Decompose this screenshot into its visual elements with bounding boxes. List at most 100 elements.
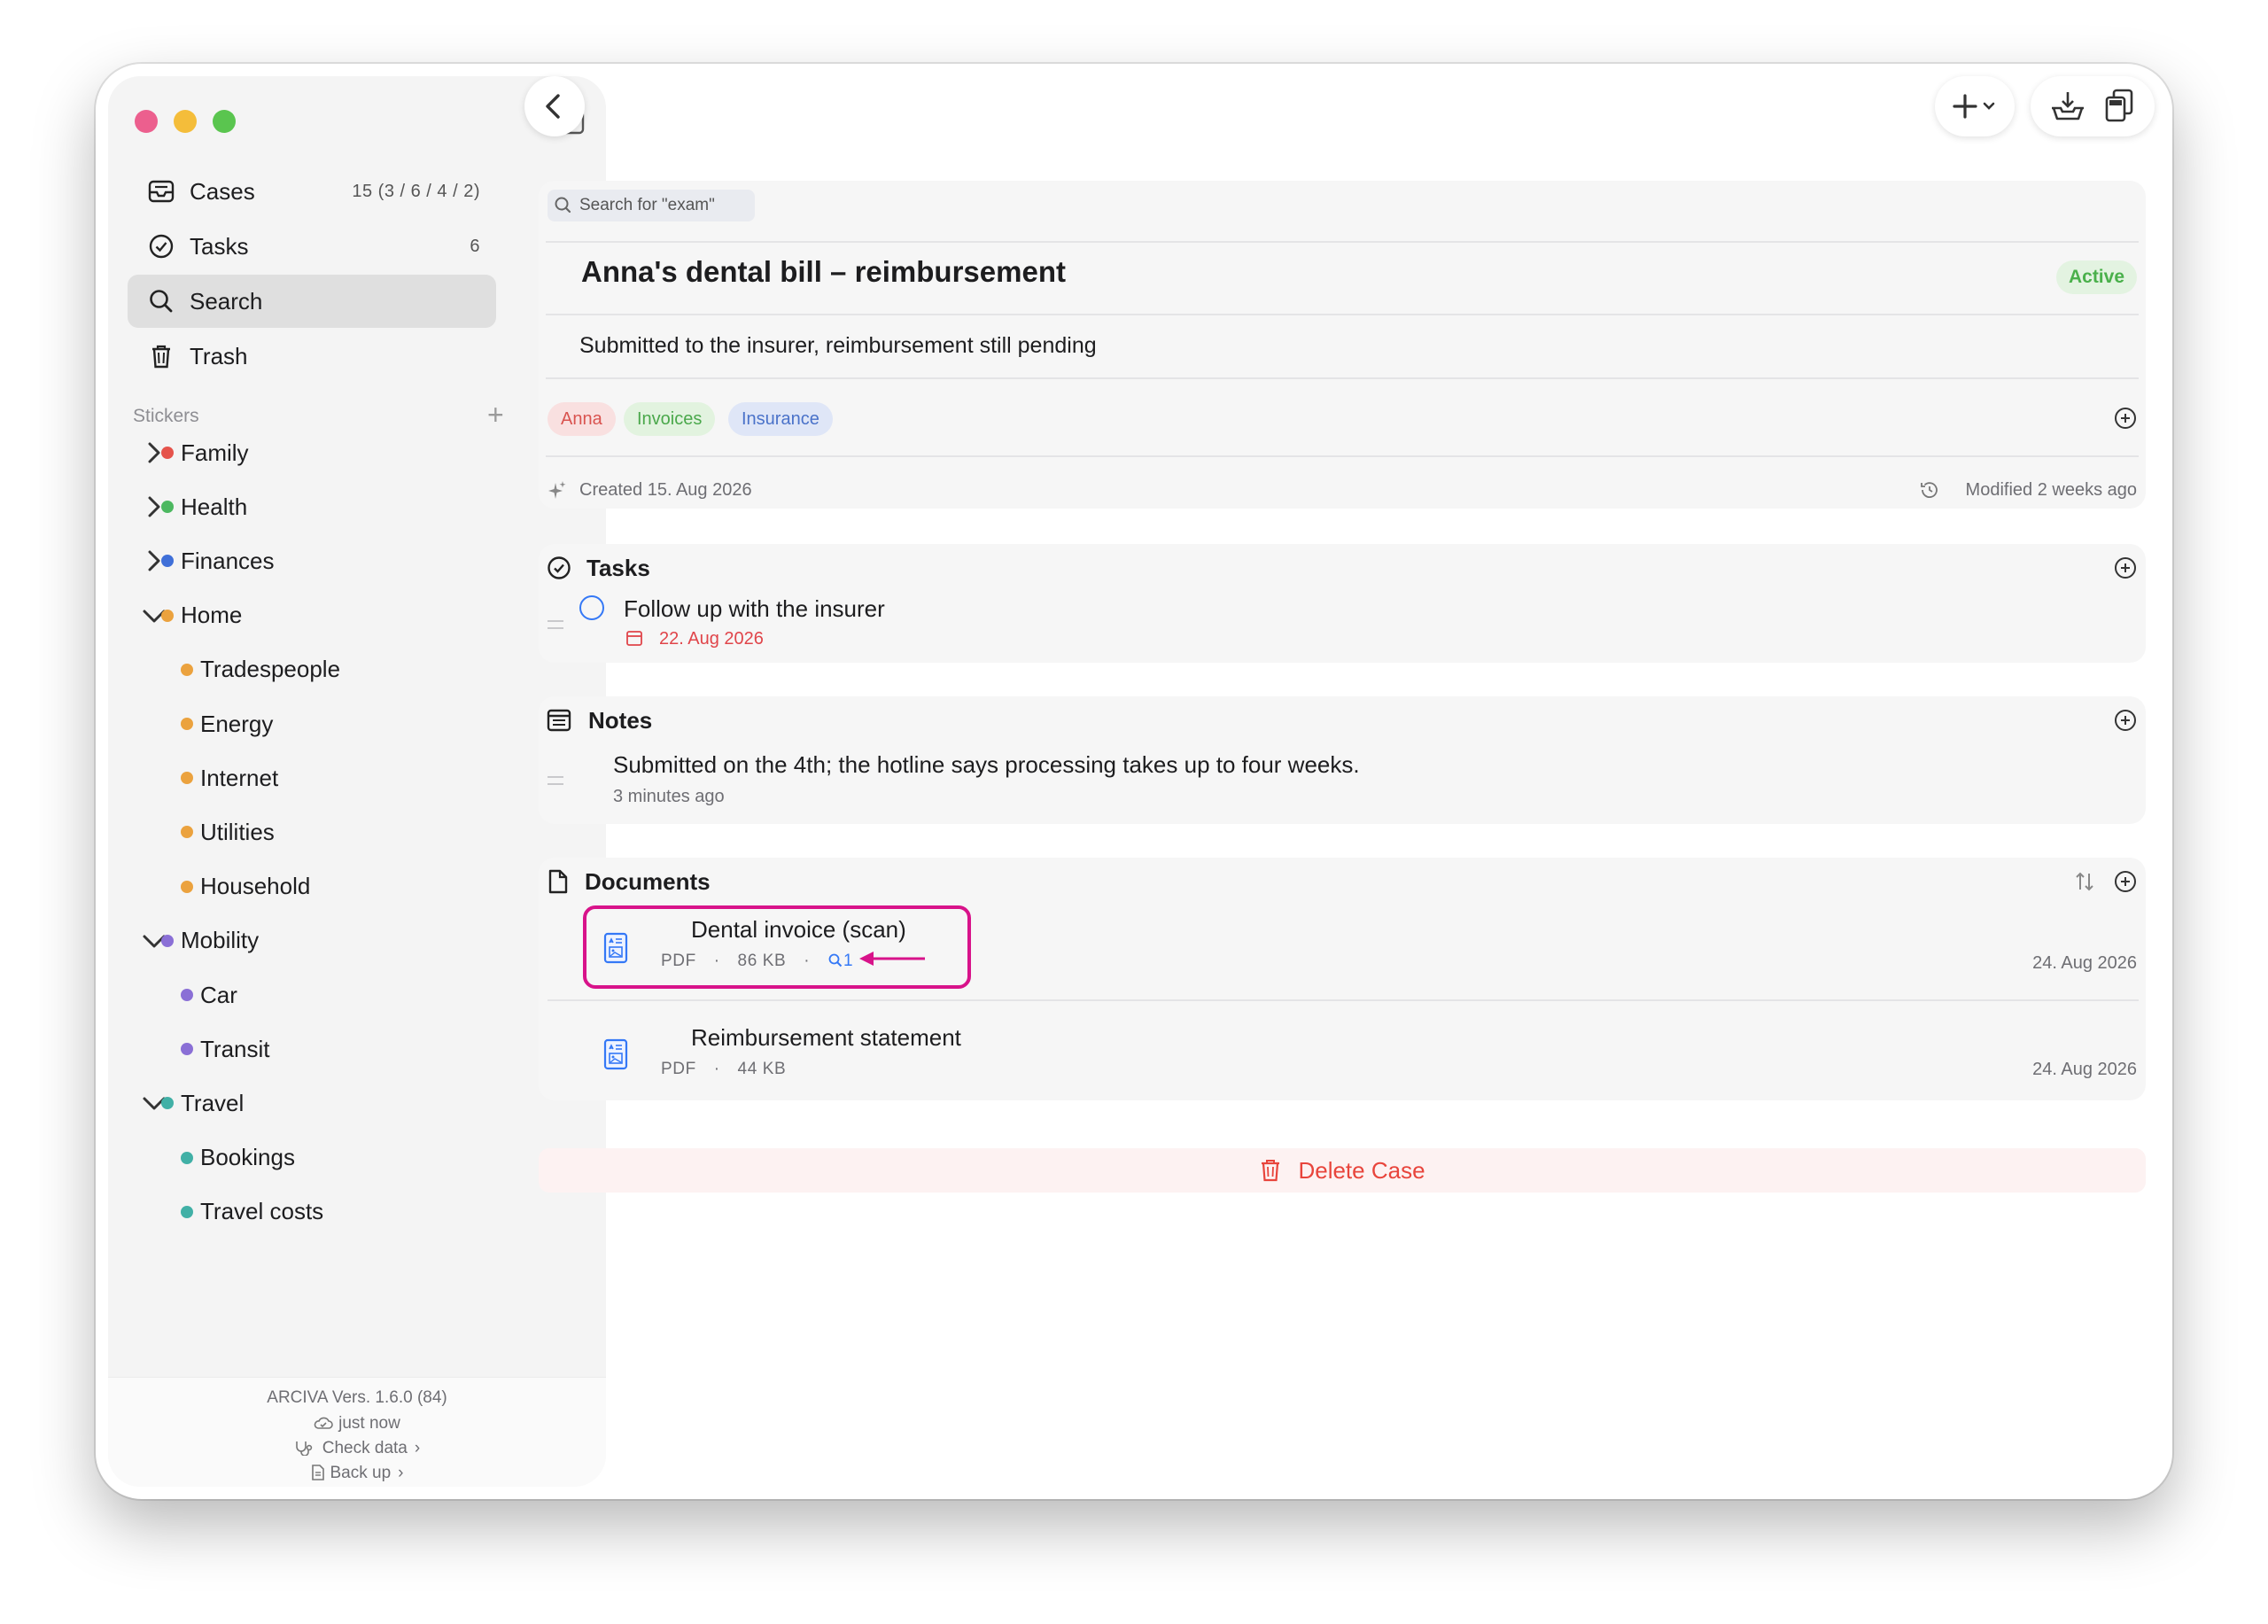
sticker-item-tradespeople[interactable]: Tradespeople [108,650,606,689]
add-task-icon[interactable] [2114,556,2137,579]
import-tray-icon[interactable] [2043,76,2093,136]
task-checkbox[interactable] [579,595,604,620]
sticker-label: Utilities [200,818,275,845]
separator-dot: · [713,952,720,970]
sticker-item-travel[interactable]: Travel [108,1084,606,1123]
search-match-count[interactable]: 1 [827,952,853,970]
sticker-item-household[interactable]: Household [108,867,606,906]
sticker-item-bookings[interactable]: Bookings [108,1138,606,1177]
trash-icon [1262,1160,1280,1182]
document-meta: PDF · 86 KB · 1 [661,952,853,971]
search-icon [150,290,173,313]
match-count-value: 1 [843,952,854,970]
sticker-color-dot [181,826,193,839]
sticker-item-internet[interactable]: Internet [108,758,606,797]
sticker-label: Energy [200,710,274,737]
sort-icon[interactable] [2073,870,2096,893]
sticker-label: Travel costs [200,1198,324,1225]
sticker-item-finances[interactable]: Finances [108,541,606,580]
modified-date: Modified 2 weeks ago [1965,480,2137,500]
sticker-label: Finances [181,547,275,574]
sticker-label: Internet [200,764,279,791]
drag-handle-icon[interactable] [548,776,563,785]
sticker-label: Tradespeople [200,656,341,683]
sticker-item-travel-costs[interactable]: Travel costs [108,1193,606,1232]
check-data-link[interactable]: Check data › [108,1439,606,1458]
delete-case-label: Delete Case [1298,1156,1425,1184]
status-badge[interactable]: Active [2055,260,2137,294]
sticker-color-dot [161,934,174,947]
sticker-item-home[interactable]: Home [108,596,606,635]
sticker-label: Home [181,602,243,629]
search-hint[interactable]: Search for "exam" [548,190,755,221]
chevron-right-icon: › [414,1439,421,1457]
document-size: 86 KB [737,952,787,970]
sticker-label: Bookings [200,1144,295,1171]
note-icon [547,709,571,732]
sidebar-footer: ARCIVA Vers. 1.6.0 (84) just now Check d… [108,1377,606,1487]
drag-handle-icon[interactable] [548,620,563,629]
backup-link[interactable]: Back up › [108,1464,606,1483]
zoom-window-button[interactable] [213,110,236,133]
sticker-label: Health [181,493,248,520]
pdf-file-icon [603,932,628,964]
tasks-card: Tasks Follow up with the insurer 22. Aug… [539,544,2146,663]
chevron-right-icon[interactable] [145,442,163,463]
sticker-item-health[interactable]: Health [108,487,606,526]
sticker-item-car[interactable]: Car [108,975,606,1014]
case-description[interactable]: Submitted to the insurer, reimbursement … [579,333,1097,359]
sticker-color-dot [181,718,193,730]
documents-card: Documents Dental invoice (scan) PDF · 86… [539,858,2146,1100]
toolbar-button-group [2031,76,2155,136]
sidebar-item-label: Search [190,287,263,315]
divider [546,455,2139,457]
back-button[interactable] [524,76,585,136]
sticker-color-dot [181,880,193,893]
tag-invoices[interactable]: Invoices [624,402,716,436]
sidebar-item-trash[interactable]: Trash [128,330,496,383]
add-note-icon[interactable] [2114,709,2137,732]
add-menu-button[interactable] [1935,76,2015,136]
document-size: 44 KB [737,1060,787,1078]
sidebar-item-search[interactable]: Search [128,275,496,328]
sticker-color-dot [161,447,174,459]
pdf-file-icon [603,1038,628,1070]
sidebar-item-tasks[interactable]: Tasks 6 [128,220,496,273]
sticker-color-dot [161,501,174,514]
sticker-item-transit[interactable]: Transit [108,1030,606,1068]
tray-icon [148,180,175,203]
note-text[interactable]: Submitted on the 4th; the hotline says p… [613,751,1360,779]
sidebar-item-cases[interactable]: Cases 15 (3 / 6 / 4 / 2) [128,165,496,218]
chevron-right-icon[interactable] [145,550,163,571]
minimize-window-button[interactable] [174,110,197,133]
document-icon [548,869,568,894]
task-title[interactable]: Follow up with the insurer [624,595,885,623]
created-date: Created 15. Aug 2026 [579,480,752,500]
divider [546,241,2139,243]
sticker-color-dot [181,989,193,1001]
close-window-button[interactable] [135,110,158,133]
copy-document-icon[interactable] [2098,76,2142,136]
case-title[interactable]: Anna's dental bill – reimbursement [581,255,1066,289]
tag-anna[interactable]: Anna [548,402,616,436]
trash-icon [152,345,170,369]
sticker-item-mobility[interactable]: Mobility [108,921,606,960]
add-sticker-button[interactable]: + [487,400,504,429]
document-type: PDF [661,1060,696,1078]
delete-case-button[interactable]: Delete Case [539,1148,2146,1193]
sticker-item-family[interactable]: Family [108,433,606,472]
sticker-label: Family [181,439,249,466]
stethoscope-icon [295,1441,312,1457]
chevron-right-icon[interactable] [145,496,163,517]
add-document-icon[interactable] [2114,870,2137,893]
tag-insurance[interactable]: Insurance [728,402,833,436]
plus-icon [1953,94,1995,119]
sticker-item-energy[interactable]: Energy [108,704,606,743]
document-date: 24. Aug 2026 [2032,1060,2137,1079]
sticker-color-dot [181,772,193,785]
add-tag-icon[interactable] [2114,407,2137,430]
sticker-color-dot [161,555,174,568]
sidebar-item-label: Tasks [190,232,249,260]
sticker-item-utilities[interactable]: Utilities [108,812,606,851]
sidebar: Cases 15 (3 / 6 / 4 / 2) Tasks 6 Search [108,76,606,1487]
